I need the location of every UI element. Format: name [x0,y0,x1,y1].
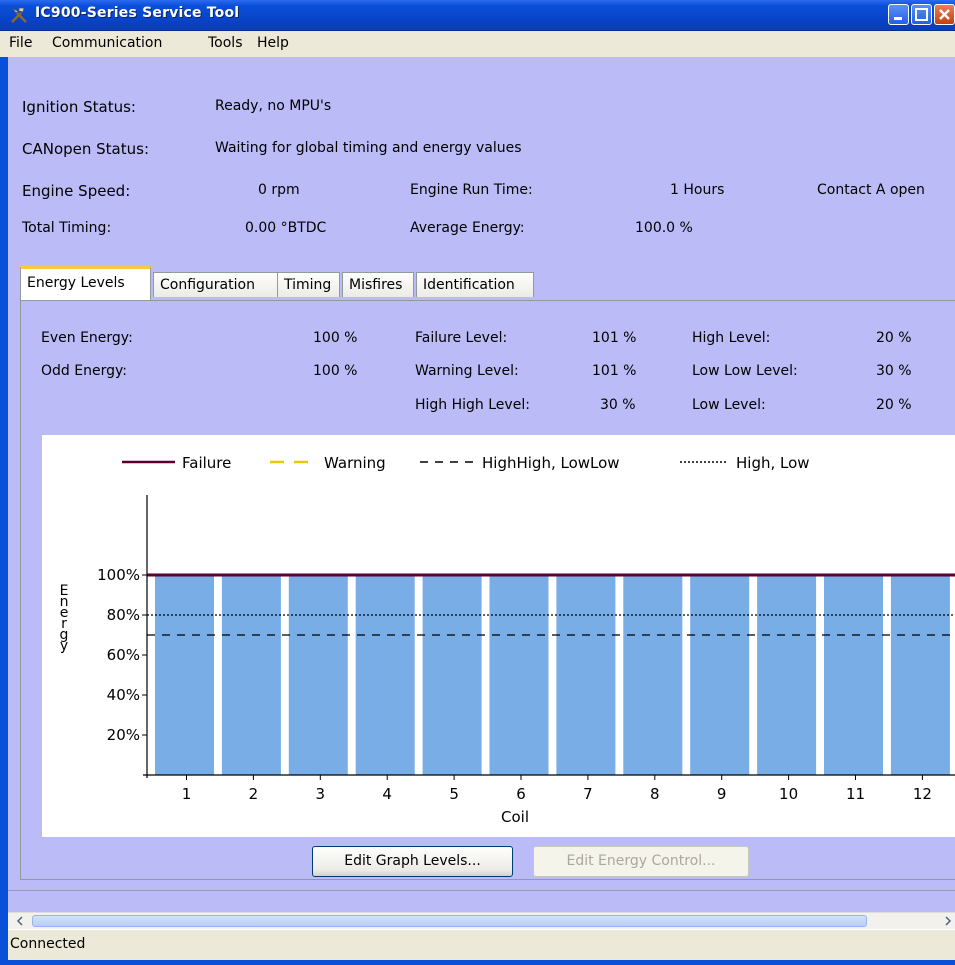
contact-status: Contact A open [817,182,925,198]
legend-highhigh-label: HighHigh, LowLow [482,454,620,472]
average-energy-label: Average Energy: [410,220,525,236]
menu-tools[interactable]: Tools [208,35,243,51]
engine-speed-label: Engine Speed: [22,182,131,200]
horizontal-scrollbar[interactable] [8,912,955,929]
bar-coil-6 [489,575,549,775]
average-energy-value: 100.0 % [635,220,693,236]
edit-graph-levels-button[interactable]: Edit Graph Levels... [312,846,513,877]
bar-coil-10 [757,575,817,775]
bar-group [155,575,950,775]
y-tick-label: 40% [107,686,140,704]
y-axis-title-letter: y [60,638,68,654]
bar-coil-3 [288,575,348,775]
ignition-status-value: Ready, no MPU's [215,98,332,114]
window-frame-left [0,57,8,965]
energy-chart: Failure Warning HighHigh, LowLow High, L… [42,435,955,837]
bar-coil-11 [824,575,883,775]
tools-icon [11,7,27,23]
failure-level-value: 101 % [592,330,637,346]
total-timing-value: 0.00 °BTDC [245,220,327,236]
high-high-level-value: 30 % [600,397,636,413]
low-low-level-label: Low Low Level: [692,363,798,379]
connection-status: Connected [10,936,86,952]
minimize-icon [894,17,902,20]
engine-run-time-label: Engine Run Time: [410,182,533,198]
minimize-button[interactable] [888,4,909,25]
bar-coil-7 [556,575,616,775]
y-tick-label: 80% [107,606,140,624]
x-axis-title: Coil [501,808,529,826]
failure-level-label: Failure Level: [415,330,508,346]
menu-communication[interactable]: Communication [52,35,162,51]
title-bar[interactable]: IC900-Series Service Tool [0,0,955,31]
high-level-label: High Level: [692,330,771,346]
warning-level-value: 101 % [592,363,637,379]
menu-bar: File Communication Tools Help [0,31,955,58]
x-tick-label: 2 [249,785,259,803]
y-tick-label: 20% [107,726,140,744]
y-tick-label: 100% [97,566,140,584]
high-level-value: 20 % [876,330,912,346]
x-tick-label: 8 [650,785,660,803]
ignition-status-label: Ignition Status: [22,98,136,116]
even-energy-value: 100 % [313,330,358,346]
menu-help[interactable]: Help [257,35,289,51]
tab-timing[interactable]: Timing [277,272,340,297]
even-energy-label: Even Energy: [41,330,133,346]
canopen-status-label: CANopen Status: [22,140,150,158]
menu-file[interactable]: File [9,35,32,51]
engine-speed-value: 0 rpm [258,182,300,198]
bar-coil-5 [422,575,482,775]
legend-warning-label: Warning [324,454,386,472]
scroll-left-arrow-icon[interactable] [12,913,28,929]
app-window: IC900-Series Service Tool File Communica… [0,0,955,965]
close-button[interactable] [934,4,955,25]
tab-energy-levels[interactable]: Energy Levels [20,266,151,300]
total-timing-label: Total Timing: [22,220,112,236]
x-tick-label: 7 [583,785,593,803]
low-low-level-value: 30 % [876,363,912,379]
edit-energy-control-button: Edit Energy Control... [533,846,749,877]
tab-misfires[interactable]: Misfires [342,272,414,297]
close-icon [939,9,950,20]
engine-run-time-value: 1 Hours [670,182,725,198]
energy-chart-svg: Failure Warning HighHigh, LowLow High, L… [60,454,955,826]
low-level-value: 20 % [876,397,912,413]
canopen-status-value: Waiting for global timing and energy val… [215,140,522,156]
x-tick-label: 9 [717,785,727,803]
bar-coil-4 [355,575,415,775]
bar-coil-9 [690,575,750,775]
x-tick-label: 1 [182,785,192,803]
bar-coil-8 [623,575,683,775]
bar-coil-1 [155,575,214,775]
window-frame-bottom [0,960,955,965]
scroll-right-arrow-icon[interactable] [940,913,955,929]
tab-identification[interactable]: Identification [416,272,534,297]
x-tick-label: 5 [449,785,459,803]
low-level-label: Low Level: [692,397,766,413]
x-tick-label: 6 [516,785,526,803]
odd-energy-value: 100 % [313,363,358,379]
y-tick-label: 60% [107,646,140,664]
scrollbar-thumb[interactable] [32,915,867,927]
bar-coil-12 [890,575,950,775]
divider [8,890,955,891]
x-tick-label: 10 [779,785,798,803]
window-title: IC900-Series Service Tool [35,5,240,21]
x-tick-label: 4 [382,785,392,803]
high-high-level-label: High High Level: [415,397,530,413]
legend-failure-label: Failure [182,454,231,472]
tab-configuration[interactable]: Configuration [153,272,288,297]
status-bar: Connected [8,929,955,962]
bar-coil-2 [221,575,281,775]
warning-level-label: Warning Level: [415,363,519,379]
maximize-button[interactable] [911,4,932,25]
maximize-icon [915,8,928,21]
y-axis-title: Energy [60,583,69,654]
odd-energy-label: Odd Energy: [41,363,127,379]
legend-high-label: High, Low [736,454,810,472]
x-tick-label: 12 [913,785,932,803]
x-tick-label: 11 [846,785,865,803]
x-tick-label: 3 [316,785,326,803]
